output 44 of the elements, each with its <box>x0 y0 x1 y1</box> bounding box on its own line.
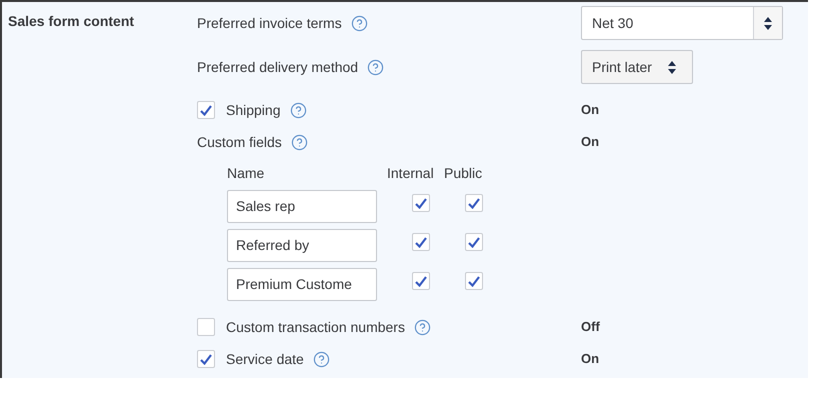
checkbox[interactable] <box>412 194 430 212</box>
column-header: Name <box>227 164 266 182</box>
name-input-field[interactable]: Sales rep <box>227 190 377 223</box>
section-title: Sales form content <box>8 13 134 29</box>
terms-select[interactable]: Net 30 <box>581 6 783 40</box>
check-icon <box>468 276 480 286</box>
check-icon <box>415 276 427 286</box>
sort-arrows-icon <box>764 16 772 30</box>
help-icon[interactable] <box>290 102 306 118</box>
sort-arrows-icon <box>668 60 676 74</box>
help-icon[interactable] <box>290 134 308 150</box>
setting-label: Shipping <box>226 100 280 120</box>
check-icon <box>415 236 427 248</box>
check-icon <box>200 354 212 364</box>
checkbox[interactable] <box>465 272 483 290</box>
setting-label: Custom transaction numbers <box>226 318 405 336</box>
setting-label: Preferred invoice terms <box>197 14 342 32</box>
status-text: On <box>581 101 600 120</box>
status-text: On <box>581 133 600 152</box>
help-icon[interactable] <box>312 350 330 368</box>
name-input-field[interactable]: Referred by <box>227 229 377 262</box>
checkbox[interactable] <box>197 101 215 119</box>
delivery-select[interactable]: Print later <box>581 50 693 84</box>
check-icon <box>200 104 212 116</box>
help-icon[interactable] <box>414 318 431 336</box>
checkbox[interactable] <box>197 318 215 336</box>
checkbox[interactable] <box>465 233 483 251</box>
status-text: Off <box>581 318 600 336</box>
checkbox[interactable] <box>412 272 430 290</box>
column-header: Internal <box>387 164 435 182</box>
check-icon <box>468 236 480 248</box>
column-header: Public <box>444 164 482 182</box>
help-icon[interactable] <box>350 14 368 32</box>
name-input-field[interactable]: Premium Custome <box>227 268 377 301</box>
checkbox[interactable] <box>197 350 215 368</box>
check-icon <box>468 198 480 208</box>
help-icon[interactable] <box>367 58 384 76</box>
check-icon <box>415 198 427 208</box>
setting-label: Custom fields <box>197 132 282 152</box>
status-text: On <box>581 350 600 368</box>
setting-label: Preferred delivery method <box>197 58 358 77</box>
checkbox[interactable] <box>412 233 430 251</box>
checkbox[interactable] <box>465 194 483 212</box>
setting-label: Service date <box>226 350 304 368</box>
